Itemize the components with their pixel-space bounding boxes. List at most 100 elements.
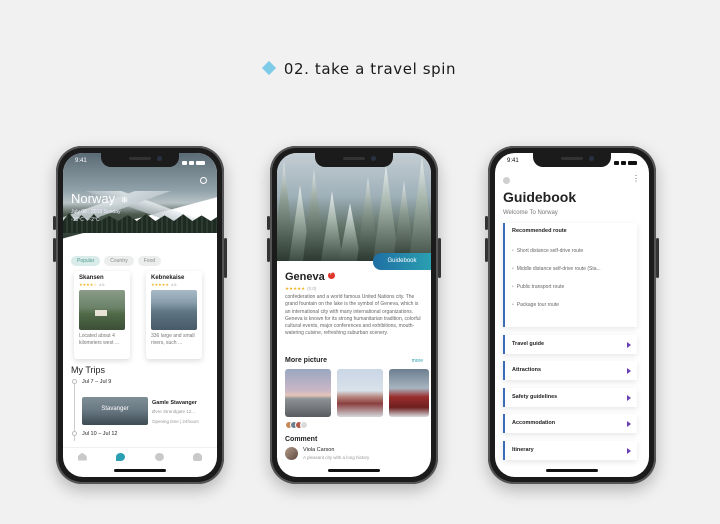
route-item[interactable]: Public transport route bbox=[512, 284, 630, 290]
page-title: Guidebook bbox=[503, 189, 577, 205]
section-title-more-picture: More picture bbox=[285, 357, 328, 364]
phone-frame-explore: 9:41 Norway ❄ July 08 , 2019 Sunday -10°… bbox=[53, 146, 227, 484]
place-name: Skansen bbox=[79, 275, 104, 281]
avatar bbox=[300, 421, 308, 429]
profile-icon[interactable] bbox=[193, 452, 203, 461]
row-safety-guidelines[interactable]: Safety guidelines bbox=[503, 388, 637, 407]
mute-switch bbox=[267, 216, 270, 230]
chat-icon[interactable] bbox=[154, 452, 164, 461]
gallery-photo-houses[interactable] bbox=[389, 369, 429, 417]
wifi-icon bbox=[189, 161, 194, 165]
section-title: Recommended route bbox=[512, 228, 567, 234]
gallery-photo-town[interactable] bbox=[337, 369, 383, 417]
place-desc: 336 large and small rivers, such ... bbox=[151, 333, 195, 346]
explore-screen: 9:41 Norway ❄ July 08 , 2019 Sunday -10°… bbox=[63, 153, 217, 477]
chevron-right-icon bbox=[627, 342, 631, 348]
chevron-right-icon bbox=[627, 395, 631, 401]
tab-bar bbox=[63, 447, 217, 465]
chip-country[interactable]: Country bbox=[104, 256, 134, 266]
trip-address: Øvre Strandgate 12... bbox=[152, 409, 196, 414]
section-title-my-trips: My Trips bbox=[71, 365, 106, 375]
back-icon[interactable] bbox=[503, 177, 510, 184]
guidebook-button[interactable]: Guidebook bbox=[373, 253, 431, 270]
signal-icon bbox=[182, 161, 187, 165]
phone-frame-city: Guidebook Geneva ★★★★★(0.0) confederatio… bbox=[267, 146, 441, 484]
chevron-right-icon bbox=[627, 421, 631, 427]
power-button bbox=[224, 238, 227, 278]
rating-score: 4.8 bbox=[170, 282, 177, 287]
snowflake-icon: ❄ bbox=[120, 195, 129, 205]
row-itinerary[interactable]: Itinerary bbox=[503, 441, 637, 460]
city-screen: Guidebook Geneva ★★★★★(0.0) confederatio… bbox=[277, 153, 431, 477]
notch bbox=[533, 153, 611, 167]
recommended-route-section[interactable]: Recommended route Short distance self-dr… bbox=[503, 223, 637, 327]
trip-date: Jul 7 – Jul 9 bbox=[82, 379, 112, 385]
place-rating: ★★★★★ 4.8 bbox=[151, 282, 197, 287]
home-indicator[interactable] bbox=[328, 469, 380, 472]
stars-icon: ★★★★★ bbox=[285, 286, 306, 291]
swiss-flag-icon bbox=[327, 270, 335, 279]
trip-photo[interactable]: Stavanger bbox=[82, 397, 148, 425]
chip-food[interactable]: Food bbox=[137, 256, 162, 266]
city-title: Geneva bbox=[285, 270, 335, 283]
avatar-stack bbox=[285, 421, 308, 429]
comment-text: A pleasant city with a long history bbox=[303, 455, 370, 460]
place-desc: Located about 4 kilometers west ... bbox=[79, 333, 120, 346]
city-description: confederation and a world famous United … bbox=[285, 294, 421, 337]
volume-up-button bbox=[267, 238, 270, 262]
row-travel-guide[interactable]: Travel guide bbox=[503, 335, 637, 354]
chip-popular[interactable]: Popular bbox=[71, 256, 101, 266]
gallery-photo-road[interactable] bbox=[285, 369, 331, 417]
page-subtitle: Welcome To Norway bbox=[503, 210, 558, 216]
trip-name[interactable]: Gamle Stavanger bbox=[152, 400, 197, 406]
place-photo bbox=[151, 290, 197, 330]
home-icon[interactable] bbox=[77, 452, 87, 461]
heading-text: 02. take a travel spin bbox=[283, 60, 457, 78]
signal-icon bbox=[614, 161, 619, 165]
status-time: 9:41 bbox=[75, 158, 87, 164]
trip-photo-label: Stavanger bbox=[101, 406, 129, 412]
city-rating: ★★★★★ (0.0) bbox=[285, 286, 316, 292]
notch bbox=[101, 153, 179, 167]
row-accommodation[interactable]: Accommodation bbox=[503, 414, 637, 433]
route-item[interactable]: Middle distance self-drive route (Sta... bbox=[512, 266, 630, 272]
volume-up-button bbox=[53, 238, 56, 262]
trip-date: Jul 10 – Jul 12 bbox=[82, 431, 118, 437]
more-link[interactable]: more bbox=[412, 358, 423, 364]
route-item[interactable]: Package tour route bbox=[512, 302, 630, 308]
home-indicator[interactable] bbox=[546, 469, 598, 472]
route-item[interactable]: Short distance self-drive route bbox=[512, 248, 630, 254]
row-label: Itinerary bbox=[512, 447, 534, 453]
place-photo bbox=[79, 290, 125, 330]
category-chips: Popular Country Food bbox=[71, 256, 162, 266]
battery-icon bbox=[628, 161, 637, 165]
row-label: Safety guidelines bbox=[512, 394, 558, 400]
city-name: Geneva bbox=[285, 271, 325, 283]
status-icons bbox=[614, 158, 637, 168]
city-title: Norway ❄ bbox=[71, 191, 128, 206]
guidebook-screen: 9:41 ⋮ Guidebook Welcome To Norway Recom… bbox=[495, 153, 649, 477]
row-attractions[interactable]: Attractions bbox=[503, 361, 637, 380]
stars-icon: ★★★★★ bbox=[151, 282, 169, 287]
row-label: Travel guide bbox=[512, 341, 545, 347]
commenter-name: Viola Carson bbox=[303, 447, 335, 453]
avatar bbox=[285, 447, 298, 460]
timeline-dot bbox=[72, 431, 77, 436]
place-card-kebnekaise[interactable]: Kebnekaise ★★★★★ 4.8 336 large and small r… bbox=[146, 271, 202, 359]
date-text: July 08 , 2019 Sunday bbox=[71, 209, 121, 215]
place-rating: ★★★★☆ 4.6 bbox=[79, 282, 125, 287]
trip-hours: Opening time | 24hours bbox=[152, 419, 199, 424]
status-icons bbox=[182, 158, 205, 168]
wifi-icon bbox=[621, 161, 626, 165]
more-options-icon[interactable]: ⋮ bbox=[632, 175, 640, 183]
home-indicator[interactable] bbox=[114, 469, 166, 472]
place-card-skansen[interactable]: Skansen ★★★★☆ 4.6 Located about 4 kilomete… bbox=[74, 271, 130, 359]
hero-image-forest bbox=[277, 153, 431, 261]
battery-icon bbox=[196, 161, 205, 165]
stars-icon: ★★★★☆ bbox=[79, 282, 97, 287]
rating-note: (0.0) bbox=[307, 286, 317, 291]
location-icon[interactable] bbox=[116, 452, 126, 461]
weather-icon[interactable] bbox=[200, 177, 207, 184]
notch bbox=[315, 153, 393, 167]
mute-switch bbox=[53, 216, 56, 230]
